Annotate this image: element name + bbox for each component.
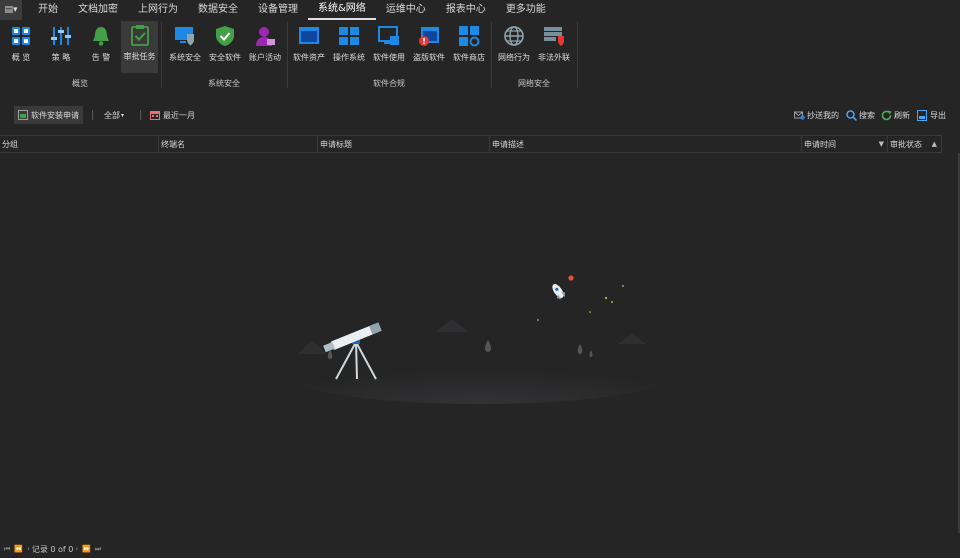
user-lock-icon [256,27,275,46]
column-header-group[interactable]: 分组 [0,136,159,153]
toolbar: 软件安装申请 全部 ▾ 最近一月 抄送我的 搜索 刷新 导出 [0,96,960,134]
next-page-icon[interactable]: › [73,545,80,553]
window-icon [299,27,319,44]
sort-ascending-icon: ▲ [931,140,937,148]
menu-tab-data-security[interactable]: 数据安全 [188,0,248,20]
scope-dropdown[interactable]: 全部 ▾ [104,106,124,124]
globe-icon [504,26,524,46]
app-store-icon [459,26,480,47]
column-header-description[interactable]: 申请描述 [490,136,802,153]
menu-tab-doc-encrypt[interactable]: 文档加密 [68,0,128,20]
menu-tab-more[interactable]: 更多功能 [496,0,556,20]
request-type-dropdown[interactable]: 软件安装申请 [14,106,83,124]
mail-cc-icon [794,110,805,120]
menu-bar: ▤▾ 开始 文档加密 上网行为 数据安全 设备管理 系统&网络 运维中心 报表中… [0,0,960,20]
overview-button[interactable]: 概 览 [4,22,38,72]
system-security-button[interactable]: 系统安全 [166,22,204,72]
app-menu-icon: ▤▾ [4,5,18,15]
empty-telescope-illustration [290,275,670,404]
column-header-title[interactable]: 申请标题 [318,136,490,153]
ribbon-group-network-security: 网络行为 非法外联 网络安全 [492,20,576,92]
column-header-terminal[interactable]: 终端名 [159,136,318,153]
record-count: 记录 0 of 0 [31,544,74,554]
ribbon-group-label-software-compliance: 软件合规 [373,79,405,88]
search-button[interactable]: 搜索 [846,106,875,124]
column-header-status[interactable]: 审批状态 ▲ [888,136,942,153]
ribbon-group-label-network-security: 网络安全 [518,79,550,88]
shield-check-icon [216,26,234,46]
policy-button[interactable]: 策 略 [44,22,78,72]
menu-tab-ops-center[interactable]: 运维中心 [376,0,436,20]
ribbon-group-software-compliance: 软件资产 操作系统 软件使用 盗版软件 软件商店 软件合规 [288,20,490,92]
export-button[interactable]: 导出 [917,106,946,124]
network-behavior-button[interactable]: 网络行为 [494,22,534,72]
ribbon: 概 览 策 略 告 警 审批任务 概览 系统安全 安全软件 账户活动 系统安全 … [0,20,960,92]
calendar-icon [150,110,160,120]
app-menu-button[interactable]: ▤▾ [0,0,22,20]
software-store-button[interactable]: 软件商店 [450,22,488,72]
account-activity-button[interactable]: 账户活动 [246,22,284,72]
cc-me-button[interactable]: 抄送我的 [794,106,839,124]
grid-icon [12,27,30,45]
alert-button[interactable]: 告 警 [84,22,118,72]
bell-icon [93,27,109,46]
illegal-outbound-button[interactable]: 非法外联 [534,22,574,72]
operating-system-button[interactable]: 操作系统 [330,22,368,72]
next-group-icon[interactable]: ⏩ [80,545,93,553]
menu-tab-start[interactable]: 开始 [28,0,68,20]
sliders-icon [51,27,71,45]
software-assets-button[interactable]: 软件资产 [290,22,328,72]
software-usage-button[interactable]: 软件使用 [370,22,408,72]
status-bar: ⏮ ⏪ ‹ 记录 0 of 0 › ⏩ ⏭ [0,540,960,558]
firewall-icon [544,27,564,46]
refresh-button[interactable]: 刷新 [881,106,910,124]
column-header-time[interactable]: 申请时间 ▼ [802,136,888,153]
ribbon-group-overview: 概 览 策 略 告 警 审批任务 概览 [0,20,160,92]
ribbon-group-label-overview: 概览 [72,79,88,88]
menu-tab-device-mgmt[interactable]: 设备管理 [248,0,308,20]
ribbon-divider [577,22,578,88]
period-dropdown[interactable]: 最近一月 [150,106,195,124]
filter-dropdown-icon[interactable]: ▼ [879,136,884,153]
refresh-icon [881,110,892,121]
table-header: 分组 终端名 申请标题 申请描述 申请时间 ▼ 审批状态 ▲ [0,135,942,153]
monitor-shield-icon [175,27,194,46]
window-warning-icon [419,27,439,46]
security-software-button[interactable]: 安全软件 [206,22,244,72]
software-install-icon [18,110,28,120]
ribbon-group-system-security: 系统安全 安全软件 账户活动 系统安全 [162,20,286,92]
monitor-app-icon [378,26,399,45]
pirated-software-button[interactable]: 盗版软件 [410,22,448,72]
windows-logo-icon [339,27,359,45]
export-icon [917,109,928,121]
chevron-down-icon: ▾ [121,111,125,119]
empty-state [0,154,942,540]
toolbar-divider [92,110,93,120]
menu-tab-report-center[interactable]: 报表中心 [436,0,496,20]
prev-page-icon[interactable]: ‹ [25,545,32,553]
clipboard-check-icon [130,25,149,46]
search-icon [846,109,858,121]
first-page-icon[interactable]: ⏮ [2,545,12,554]
menu-tab-web-behavior[interactable]: 上网行为 [128,0,188,20]
prev-group-icon[interactable]: ⏪ [12,545,25,553]
approval-task-button[interactable]: 审批任务 [121,21,158,73]
menu-tab-system-network[interactable]: 系统&网络 [308,0,376,20]
toolbar-divider [140,110,141,120]
last-page-icon[interactable]: ⏭ [93,545,103,554]
ribbon-group-label-system-security: 系统安全 [208,79,240,88]
